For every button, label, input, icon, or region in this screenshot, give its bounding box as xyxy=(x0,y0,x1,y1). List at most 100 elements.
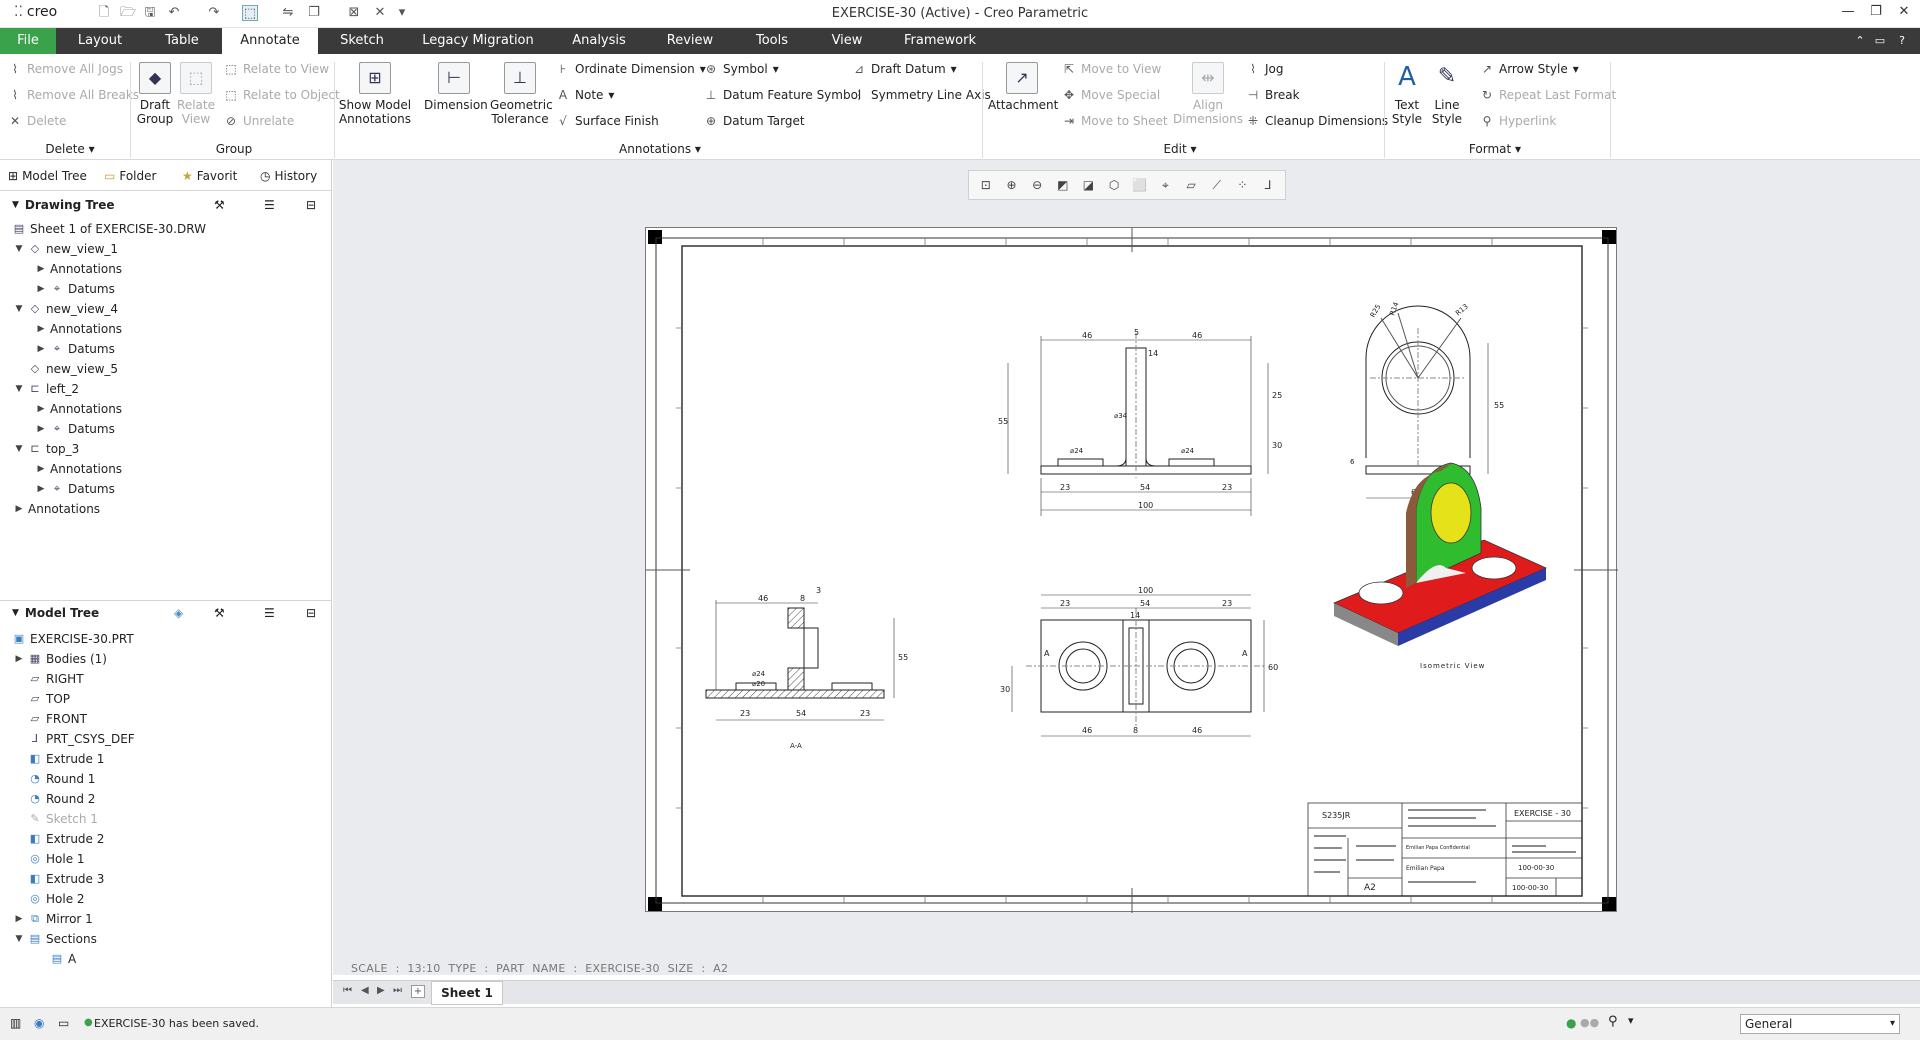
tree-item-annotations[interactable]: ▶ Annotations xyxy=(36,460,123,478)
view-manager-icon[interactable]: ⬜ xyxy=(1130,178,1150,192)
tree-item-round[interactable]: ◔ Round 1 xyxy=(28,770,95,788)
note-button[interactable]: A Note ▾ xyxy=(556,88,615,102)
add-sheet-icon[interactable]: + xyxy=(411,985,425,998)
display-style-icon[interactable]: ◪ xyxy=(1078,178,1098,192)
zoom-in-icon[interactable]: ⊕ xyxy=(1001,178,1021,192)
tab-folder[interactable]: ▭ Folder xyxy=(104,166,156,186)
section-view[interactable] xyxy=(705,607,885,699)
tree-item-hole[interactable]: ◎ Hole 1 xyxy=(28,850,84,868)
symmetry-line-axis-button[interactable]: ⋮ Symmetry Line Axis xyxy=(852,88,991,102)
dimension-button[interactable]: ⊢ Dimension xyxy=(424,62,488,112)
tree-settings-icon[interactable]: ⚒ xyxy=(214,606,225,620)
zoom-out-icon[interactable]: ⊖ xyxy=(1027,178,1047,192)
tree-item-view[interactable]: ▼ ◇ new_view_4 xyxy=(14,300,119,318)
navigator-toggle-icon[interactable]: ▥ xyxy=(10,1016,21,1030)
smart-filter-icon[interactable]: ⚲ xyxy=(1608,1014,1618,1029)
prev-sheet-icon[interactable]: ◀ xyxy=(361,985,369,996)
text-style-button[interactable]: A Text Style xyxy=(1388,62,1426,126)
tree-item-sheet[interactable]: ▤ Sheet 1 of EXERCISE-30.DRW xyxy=(12,220,206,238)
full-screen-icon[interactable]: ▭ xyxy=(58,1016,69,1030)
front-view[interactable] xyxy=(1040,333,1252,478)
align-dimensions-button[interactable]: ⇹ Align Dimensions xyxy=(1172,62,1244,126)
tab-tools[interactable]: Tools xyxy=(746,28,798,54)
axis-display-icon[interactable]: ⟋ xyxy=(1207,178,1227,193)
tab-favorites[interactable]: ★ Favorit xyxy=(182,166,237,186)
tree-columns-icon[interactable]: ☰ xyxy=(264,198,275,212)
tree-item-annotations[interactable]: ▶ Annotations xyxy=(14,500,101,518)
last-sheet-icon[interactable]: ⏭ xyxy=(393,985,402,996)
delete-button[interactable]: ✕ Delete xyxy=(8,114,66,128)
tree-item-view[interactable]: ▼ ◇ new_view_1 xyxy=(14,240,119,258)
move-special-button[interactable]: ✥ Move Special xyxy=(1062,88,1160,102)
tree-item-datum-plane[interactable]: ▱ FRONT xyxy=(28,710,87,728)
line-style-button[interactable]: ✎ Line Style xyxy=(1428,62,1466,126)
break-button[interactable]: ⊣ Break xyxy=(1246,88,1300,102)
point-display-icon[interactable]: ⁘ xyxy=(1232,178,1252,192)
attachment-button[interactable]: ↗ Attachment xyxy=(988,62,1058,112)
relate-to-view-button[interactable]: ⬚ Relate to View xyxy=(224,62,329,76)
tab-view[interactable]: View xyxy=(822,28,872,54)
csys-display-icon[interactable]: ⅃ xyxy=(1258,178,1278,192)
tree-item-bodies[interactable]: ▶ ▦ Bodies (1) xyxy=(14,650,107,668)
close-icon[interactable]: ✕ xyxy=(1894,4,1914,24)
datum-display-icon[interactable]: ⌖ xyxy=(1155,178,1175,193)
tree-item-annotations[interactable]: ▶ Annotations xyxy=(36,400,123,418)
surface-finish-button[interactable]: √ Surface Finish xyxy=(556,114,659,128)
selection-filter-select[interactable]: General ▾ xyxy=(1740,1014,1900,1034)
group-label-delete[interactable]: Delete ▾ xyxy=(40,142,100,156)
tree-item-section[interactable]: ▤ A xyxy=(50,950,76,968)
relate-view-button[interactable]: ⬚ Relate View xyxy=(176,62,216,126)
restore-icon[interactable]: ❐ xyxy=(1866,4,1886,24)
drawing-tree-header[interactable]: ▼ Drawing Tree xyxy=(12,198,114,212)
tree-item-annotations[interactable]: ▶ Annotations xyxy=(36,260,123,278)
repaint-icon[interactable]: ◩ xyxy=(1053,178,1073,192)
browser-toggle-icon[interactable]: ◉ xyxy=(34,1016,44,1030)
tree-item-view[interactable]: ▼ ⊏ left_2 xyxy=(14,380,80,398)
saved-views-icon[interactable]: ⬡ xyxy=(1104,178,1124,192)
hyperlink-button[interactable]: ⚲ Hyperlink xyxy=(1480,114,1557,128)
datum-target-button[interactable]: ⊕ Datum Target xyxy=(704,114,805,128)
jog-button[interactable]: ⌇ Jog xyxy=(1246,62,1283,76)
side-view[interactable] xyxy=(1242,228,1489,499)
tab-file[interactable]: File xyxy=(0,28,56,54)
first-sheet-icon[interactable]: ⏮ xyxy=(343,985,352,996)
ribbon-collapse-icon[interactable]: ⌃ xyxy=(1852,28,1868,54)
isometric-view[interactable] xyxy=(1333,462,1547,646)
tab-analysis[interactable]: Analysis xyxy=(564,28,634,54)
tab-sketch[interactable]: Sketch xyxy=(332,28,392,54)
draft-datum-button[interactable]: ⊿ Draft Datum ▾ xyxy=(852,62,957,76)
tree-settings-icon[interactable]: ⚒ xyxy=(214,198,225,212)
tree-item-datum-plane[interactable]: ▱ RIGHT xyxy=(28,670,84,688)
refit-icon[interactable]: ⊡ xyxy=(976,178,996,192)
cleanup-dimensions-button[interactable]: ⁜ Cleanup Dimensions xyxy=(1246,114,1388,128)
model-tree-show-icon[interactable]: ◈ xyxy=(174,606,183,620)
tree-filter-icon[interactable]: ⊟ xyxy=(306,198,316,212)
help-icon[interactable]: ? xyxy=(1894,28,1910,54)
tree-item-round[interactable]: ◔ Round 2 xyxy=(28,790,95,808)
tab-layout[interactable]: Layout xyxy=(72,28,128,54)
tree-item-hole[interactable]: ◎ Hole 2 xyxy=(28,890,84,908)
tab-review[interactable]: Review xyxy=(660,28,720,54)
tree-item-view[interactable]: ▼ ⊏ top_3 xyxy=(14,440,80,458)
group-label-annotations[interactable]: Annotations ▾ xyxy=(600,142,720,156)
tab-framework[interactable]: Framework xyxy=(896,28,984,54)
tree-item-extrude[interactable]: ◧ Extrude 1 xyxy=(28,750,105,768)
minimize-icon[interactable]: — xyxy=(1838,4,1858,24)
tab-sheet-1[interactable]: Sheet 1 xyxy=(431,981,503,1005)
tree-item-sections[interactable]: ▼ ▤ Sections xyxy=(14,930,97,948)
tree-item-sketch[interactable]: ✎ Sketch 1 xyxy=(28,810,98,828)
move-to-sheet-button[interactable]: ⇥ Move to Sheet xyxy=(1062,114,1168,128)
relate-to-object-button[interactable]: ⬚ Relate to Object xyxy=(224,88,339,102)
tree-item-datums[interactable]: ▶ ⌖ Datums xyxy=(36,340,115,358)
tree-item-part[interactable]: ▣ EXERCISE-30.PRT xyxy=(12,630,134,648)
draft-group-button[interactable]: ◆ Draft Group xyxy=(136,62,174,126)
group-label-edit[interactable]: Edit ▾ xyxy=(1150,142,1210,156)
tree-item-datums[interactable]: ▶ ⌖ Datums xyxy=(36,480,115,498)
model-tree-header[interactable]: ▼ Model Tree xyxy=(12,606,99,620)
next-sheet-icon[interactable]: ▶ xyxy=(377,985,385,996)
tree-item-datums[interactable]: ▶ ⌖ Datums xyxy=(36,420,115,438)
tree-item-mirror[interactable]: ▶ ⧉ Mirror 1 xyxy=(14,910,93,928)
tree-item-csys[interactable]: ⅃ PRT_CSYS_DEF xyxy=(28,730,135,748)
symbol-button[interactable]: ⊛ Symbol ▾ xyxy=(704,62,779,76)
tree-columns-icon[interactable]: ☰ xyxy=(264,606,275,620)
